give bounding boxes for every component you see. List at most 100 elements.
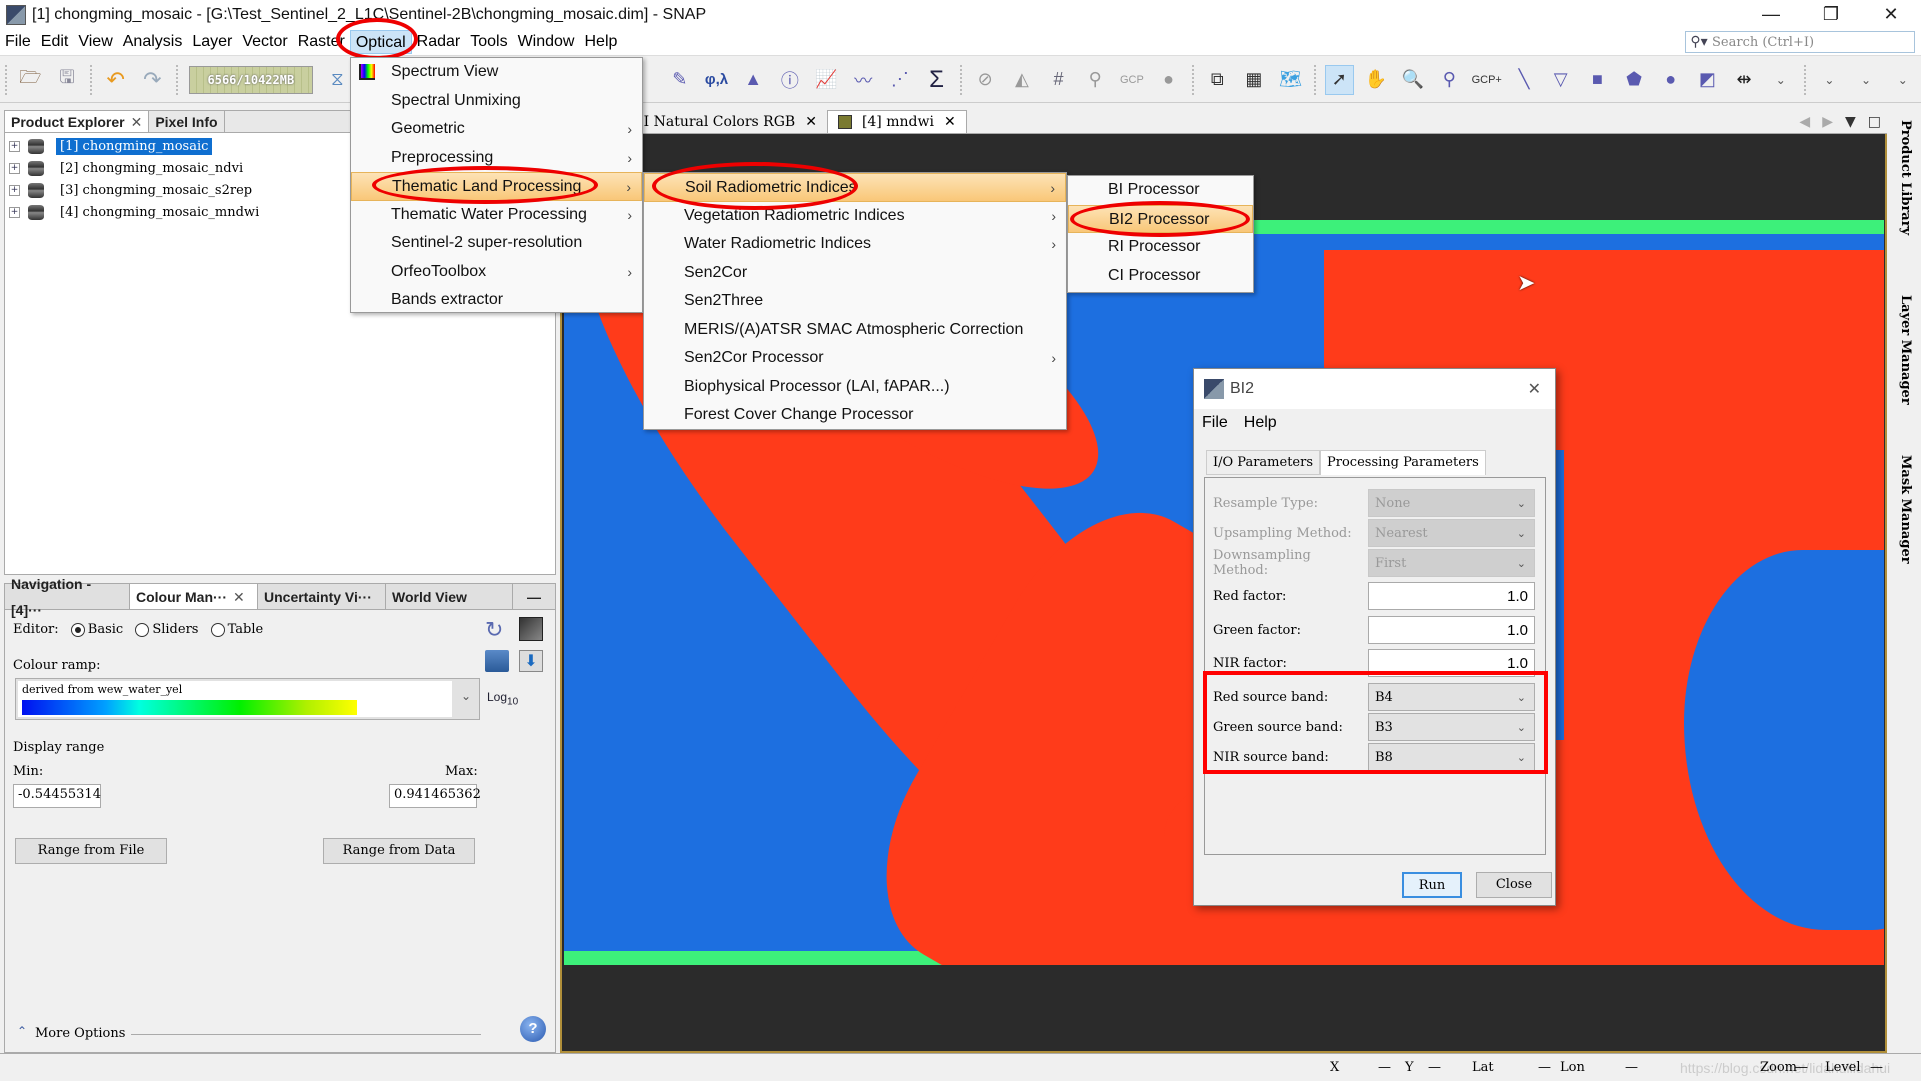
menu-optical[interactable]: Optical [349,30,412,54]
scroll-right-icon[interactable]: ▶ [1816,114,1839,130]
close-dialog-button[interactable]: Close [1476,872,1552,898]
insert-figure-icon[interactable]: ◩ [1693,65,1722,95]
tab-colour-manipulation[interactable]: Colour Man··· ✕ [130,584,258,609]
menu-item-soil-radiometric-indices[interactable]: Soil Radiometric Indices › [644,173,1066,202]
tab-io-parameters[interactable]: I/O Parameters [1206,450,1321,475]
roi-icon[interactable]: ◭ [1008,65,1037,95]
edit-icon[interactable]: ✎ [666,65,695,95]
menu-view[interactable]: View [73,30,117,54]
expand-icon[interactable]: + [9,140,20,152]
tab-world-view[interactable]: World View [386,584,513,609]
tab-list-icon[interactable]: ▼ [1839,114,1862,130]
information-icon[interactable]: ⓘ [776,65,805,95]
search-box[interactable]: ⚲▾ Search (Ctrl+I) [1685,31,1915,53]
menu-vector[interactable]: Vector [237,30,292,54]
menu-item-bi-processor[interactable]: BI Processor [1068,176,1253,205]
menu-item-sen2three[interactable]: Sen2Three [644,287,1066,316]
toolbar-overflow-icon[interactable]: ⌄ [1766,65,1795,95]
range-from-data-button[interactable]: Range from Data [323,838,475,864]
expand-icon[interactable]: + [9,206,20,218]
menu-item-water-radiometric-indices[interactable]: Water Radiometric Indices › [644,230,1066,259]
editor-sliders-radio[interactable] [135,622,150,637]
maximize-view-icon[interactable]: □ [1862,114,1887,130]
polyline-drawing-tool-icon[interactable]: ▽ [1546,65,1575,95]
redo-icon[interactable]: ↷ [138,65,167,95]
log10-toggle[interactable]: Log10 [487,690,518,707]
menu-window[interactable]: Window [513,30,580,54]
menu-item-biophysical-processor[interactable]: Biophysical Processor (LAI, fAPAR...) [644,373,1066,402]
close-tab-icon[interactable]: ✕ [805,110,817,134]
toolbar-overflow-icon-3[interactable]: ⌄ [1852,65,1881,95]
tab-product-explorer[interactable]: Product Explorer ✕ [5,111,150,133]
menu-analysis[interactable]: Analysis [118,30,188,54]
menu-item-ri-processor[interactable]: RI Processor [1068,233,1253,262]
close-tab-icon[interactable]: ✕ [944,110,956,134]
menu-item-thematic-water-processing[interactable]: Thematic Water Processing › [351,201,642,230]
collapse-icon[interactable]: ⌃ [17,1024,27,1038]
batch-processing-icon[interactable]: ▦ [1240,65,1269,95]
toolbar-overflow-icon-4[interactable]: ⌄ [1888,65,1917,95]
tab-navigation[interactable]: Navigation - [4]··· [5,576,130,618]
expand-icon[interactable]: + [9,184,20,196]
menu-radar[interactable]: Radar [412,30,466,54]
gc-icon[interactable]: ⧖ [323,65,352,95]
rectangle-drawing-tool-icon[interactable]: ■ [1583,65,1612,95]
menu-item-forest-cover-change[interactable]: Forest Cover Change Processor [644,401,1066,430]
run-button[interactable]: Run [1402,872,1462,898]
menu-file[interactable]: File [0,30,36,54]
menu-item-thematic-land-processing[interactable]: Thematic Land Processing › [351,172,642,201]
menu-item-sen2cor[interactable]: Sen2Cor [644,259,1066,288]
close-tab-icon[interactable]: ✕ [131,111,143,133]
select-tool-icon[interactable]: ➚ [1324,64,1354,95]
search-input[interactable]: Search (Ctrl+I) [1712,35,1814,50]
geo-coding-icon[interactable]: φ,λ [702,65,731,95]
dialog-menu-file[interactable]: File [1194,414,1236,432]
polygon-drawing-tool-icon[interactable]: ⬟ [1620,65,1649,95]
time-series-icon[interactable]: 📈 [812,65,841,95]
menu-item-geometric[interactable]: Geometric › [351,115,642,144]
line-drawing-tool-icon[interactable]: ╲ [1510,65,1539,95]
scatter-plot-icon[interactable]: ⋰ [886,65,915,95]
colour-ramp-dropdown[interactable]: derived from wew_water_yel ⌄ [15,678,480,720]
histogram-icon[interactable]: ▲ [739,65,768,95]
layer-manager-tab[interactable]: Layer Manager [1898,295,1913,405]
more-options-toggle[interactable]: More Options [35,1026,125,1041]
tab-processing-parameters[interactable]: Processing Parameters [1320,450,1486,475]
maximize-button[interactable]: ❐ [1801,0,1861,29]
editor-table-radio[interactable] [210,622,225,637]
menu-item-spectrum-view[interactable]: Spectrum View [351,58,642,87]
tab-pixel-info[interactable]: Pixel Info [149,111,225,132]
graticule-icon[interactable]: # [1044,65,1073,95]
expand-icon[interactable]: + [9,162,20,174]
scroll-left-icon[interactable]: ◀ [1793,114,1816,130]
menu-item-sen2cor-processor[interactable]: Sen2Cor Processor › [644,344,1066,373]
ellipse-drawing-tool-icon[interactable]: ● [1656,65,1685,95]
green-factor-input[interactable]: 1.0 [1368,616,1535,644]
open-product-icon[interactable]: 🗁 [16,65,45,95]
zoom-tool-icon[interactable]: 🔍 [1398,65,1427,95]
close-button[interactable]: ✕ [1861,0,1921,29]
red-factor-input[interactable]: 1.0 [1368,582,1535,610]
multi-assign-icon[interactable] [519,617,543,641]
tab-uncertainty-visualisation[interactable]: Uncertainty Vi··· [258,584,386,609]
editor-basic-radio[interactable] [70,622,85,637]
graph-builder-icon[interactable]: ⧉ [1203,65,1232,95]
gcp-icon[interactable]: GCP [1118,65,1147,95]
menu-help[interactable]: Help [579,30,622,54]
world-overlay-icon[interactable]: ● [1154,65,1183,95]
menu-tools[interactable]: Tools [465,30,512,54]
dialog-menu-help[interactable]: Help [1236,414,1285,432]
menu-item-vegetation-radiometric-indices[interactable]: Vegetation Radiometric Indices › [644,202,1066,231]
menu-layer[interactable]: Layer [187,30,237,54]
world-map-icon[interactable]: 🗺 [1276,65,1305,95]
spectrum-icon[interactable]: 〰 [849,65,878,95]
memory-indicator[interactable]: 6566/10422MB [188,65,314,94]
range-from-file-button[interactable]: Range from File [15,838,167,864]
toolbar-overflow-icon-2[interactable]: ⌄ [1815,65,1844,95]
close-tab-icon[interactable]: ✕ [233,584,245,610]
tab-mndwi-view[interactable]: [4] mndwi ✕ [826,109,967,134]
minimize-panel-button[interactable]: — [513,584,555,609]
product-library-tab[interactable]: Product Library [1898,120,1913,235]
max-value-field[interactable]: 0.941465362 [389,784,481,808]
menu-item-ci-processor[interactable]: CI Processor [1068,262,1253,291]
